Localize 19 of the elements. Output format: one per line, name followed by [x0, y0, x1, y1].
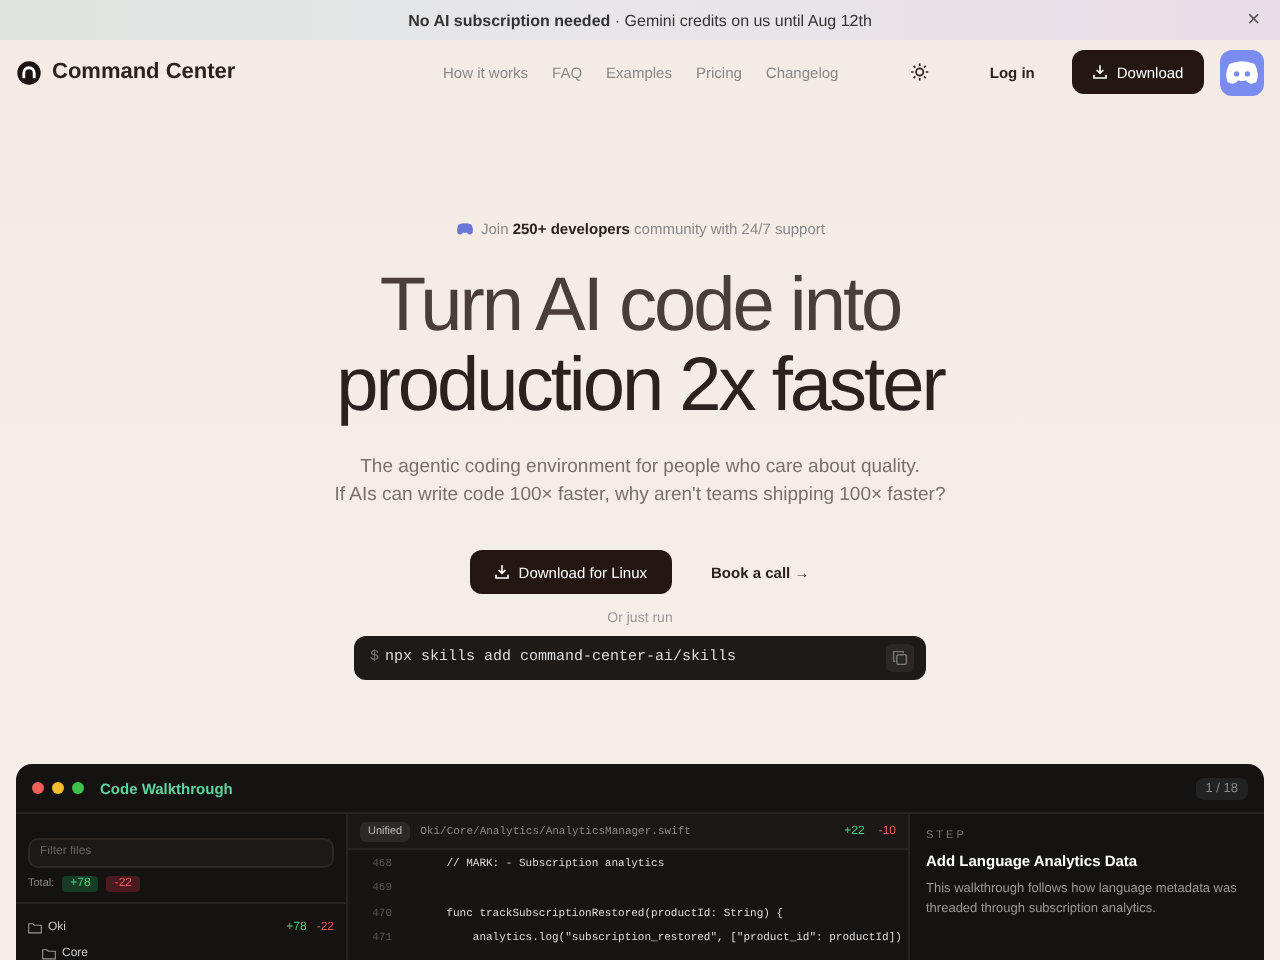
announcement-text: No AI subscription needed · Gemini credits on us until Aug 12th: [408, 11, 872, 29]
chat-icon: [455, 222, 473, 236]
logo-icon: [16, 59, 42, 85]
window-dot: [72, 782, 84, 794]
download-icon: [494, 564, 511, 580]
copy-button[interactable]: [886, 644, 914, 672]
window-dot: [52, 782, 64, 794]
hero-title: production 2x faster: [336, 346, 944, 426]
close-button[interactable]: ×: [1243, 6, 1264, 34]
hero-subtitle: If AIs can write code 100× faster, why aren't teams shipping 100× faster?: [334, 482, 946, 510]
hero-subtitle: The agentic coding environment for people who care about quality.: [360, 454, 920, 482]
chat-icon: [1223, 59, 1260, 85]
community-chat-button[interactable]: [1219, 49, 1264, 95]
window-dot: [32, 782, 44, 794]
theme-toggle-icon[interactable]: [910, 62, 930, 82]
brand-name[interactable]: Command Center: [52, 60, 236, 84]
download-icon: [1092, 64, 1109, 80]
copy-icon: [892, 650, 908, 666]
hero-title: Turn AI code into: [379, 266, 901, 346]
